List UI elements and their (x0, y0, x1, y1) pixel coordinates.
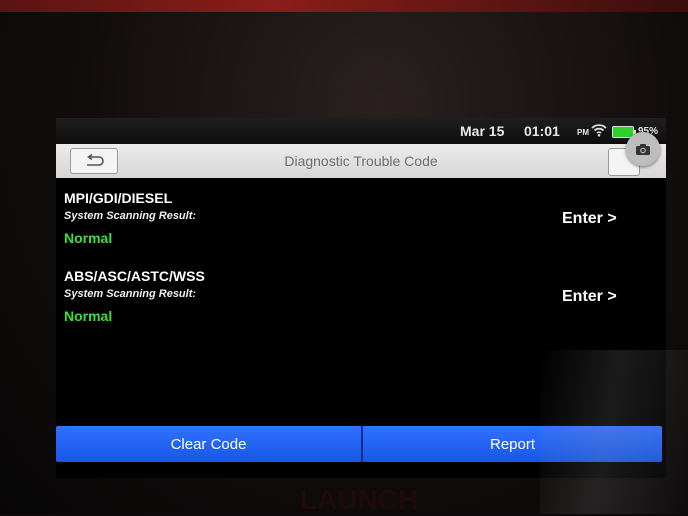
device-brand-label: LAUNCH (300, 484, 419, 515)
wifi-icon (591, 124, 607, 137)
status-time: 01:01 (524, 123, 560, 139)
system-row: ABS/ASC/ASTC/WSS System Scanning Result:… (64, 268, 664, 332)
device-top-edge (0, 0, 688, 12)
camera-button[interactable] (626, 132, 660, 166)
enter-button[interactable]: Enter > (562, 288, 617, 306)
title-bar: Diagnostic Trouble Code (56, 144, 666, 178)
scan-result-label: System Scanning Result: (64, 210, 197, 222)
system-name: MPI/GDI/DIESEL (64, 190, 173, 206)
scan-status: Normal (64, 230, 113, 246)
screen-reflection (540, 350, 688, 514)
system-name: ABS/ASC/ASTC/WSS (64, 268, 205, 284)
page-title: Diagnostic Trouble Code (284, 153, 438, 169)
enter-button[interactable]: Enter > (562, 210, 617, 228)
scan-result-label: System Scanning Result: (64, 288, 197, 300)
scan-status: Normal (64, 308, 113, 324)
camera-icon (636, 143, 650, 155)
status-date: Mar 15 (460, 123, 505, 139)
clear-code-button[interactable]: Clear Code (56, 426, 361, 462)
status-bar: Mar 15 01:01 PM 95% (56, 118, 666, 144)
system-row: MPI/GDI/DIESEL System Scanning Result: N… (64, 190, 664, 254)
status-ampm: PM (577, 128, 589, 137)
